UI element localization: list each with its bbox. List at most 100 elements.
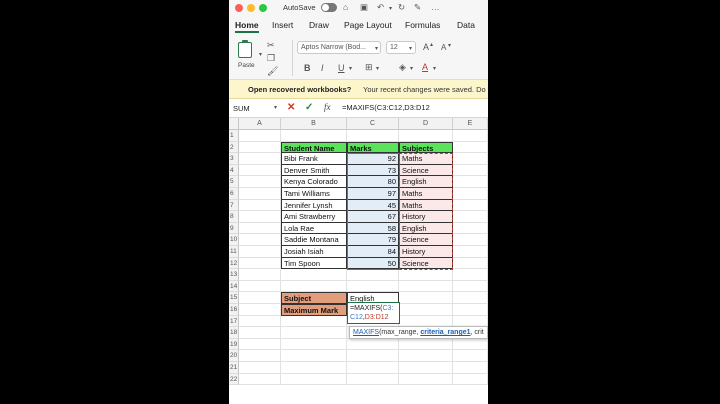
marks-cell[interactable]: 79 (347, 234, 399, 246)
subject-cell[interactable]: Maths (399, 153, 453, 165)
grid-cell[interactable] (453, 211, 488, 223)
grid-cell[interactable] (399, 350, 453, 362)
marks-cell[interactable]: 45 (347, 199, 399, 212)
undo-dropdown-icon[interactable]: ▾ (389, 4, 392, 15)
marks-cell[interactable]: 50 (347, 257, 399, 270)
grid-cell[interactable] (453, 362, 488, 374)
column-header-c[interactable]: C (347, 118, 399, 130)
header-marks[interactable]: Marks (347, 141, 399, 154)
close-window-button[interactable] (235, 4, 243, 12)
grid-cell[interactable] (239, 222, 281, 235)
row-header[interactable]: 7 (229, 199, 239, 212)
grid-cell[interactable] (453, 350, 488, 362)
grid-cell[interactable] (239, 280, 281, 293)
row-header[interactable]: 10 (229, 234, 239, 246)
grid-cell[interactable] (453, 130, 488, 142)
column-header-b[interactable]: B (281, 118, 347, 130)
grid-cell[interactable] (347, 280, 399, 293)
grid-cell[interactable] (453, 304, 488, 316)
grid-cell[interactable] (239, 269, 281, 281)
student-name-cell[interactable]: Josiah Isiah (281, 246, 347, 258)
grid-cell[interactable] (281, 130, 347, 142)
grid-cell[interactable] (399, 130, 453, 142)
grid-cell[interactable] (347, 373, 399, 386)
tab-home[interactable]: Home (235, 20, 259, 30)
grid-cell[interactable] (239, 164, 281, 177)
grid-cell[interactable] (239, 362, 281, 374)
chevron-down-icon[interactable]: ▾ (274, 104, 277, 111)
row-header[interactable]: 13 (229, 269, 239, 281)
grid-cell[interactable] (453, 188, 488, 200)
grid-cell[interactable] (239, 327, 281, 339)
grid-cell[interactable] (281, 338, 347, 351)
insert-function-icon[interactable]: fx (324, 102, 331, 112)
marks-cell[interactable]: 92 (347, 153, 399, 165)
undo-icon[interactable]: ↶ (377, 2, 384, 13)
grid-cell[interactable] (239, 304, 281, 316)
marks-cell[interactable]: 97 (347, 188, 399, 200)
autosave-toggle[interactable] (321, 3, 337, 12)
subject-label-cell[interactable]: Subject (281, 292, 347, 304)
grid-cell[interactable] (347, 269, 399, 281)
save-icon[interactable]: ▣ (360, 2, 368, 13)
tab-draw[interactable]: Draw (309, 20, 329, 30)
grid-cell[interactable] (281, 373, 347, 386)
grid-cell[interactable] (453, 257, 488, 270)
grid-cell[interactable] (281, 280, 347, 293)
row-header[interactable]: 2 (229, 141, 239, 154)
subject-cell[interactable]: Maths (399, 188, 453, 200)
grid-cell[interactable] (453, 234, 488, 246)
subject-cell[interactable]: English (399, 222, 453, 235)
grid-cell[interactable] (239, 292, 281, 304)
grid-cell[interactable] (399, 304, 453, 316)
row-header[interactable]: 4 (229, 164, 239, 177)
grid-cell[interactable] (281, 327, 347, 339)
marks-cell[interactable]: 80 (347, 176, 399, 188)
grid-cell[interactable] (347, 362, 399, 374)
grid-cell[interactable] (239, 315, 281, 328)
subject-cell[interactable]: Science (399, 234, 453, 246)
student-name-cell[interactable]: Kenya Colorado (281, 176, 347, 188)
student-name-cell[interactable]: Denver Smith (281, 164, 347, 177)
grid-cell[interactable] (239, 141, 281, 154)
redo-icon[interactable]: ↻ (398, 2, 405, 13)
grid-cell[interactable] (239, 188, 281, 200)
cancel-icon[interactable]: ✕ (287, 102, 295, 113)
format-painter-icon[interactable]: 🖌 (267, 66, 278, 76)
grid-cell[interactable] (399, 269, 453, 281)
row-header[interactable]: 16 (229, 304, 239, 316)
marks-cell[interactable]: 84 (347, 246, 399, 258)
grid-cell[interactable] (281, 269, 347, 281)
font-color-icon[interactable]: A (422, 62, 428, 72)
column-header-a[interactable]: A (239, 118, 281, 130)
row-header[interactable]: 9 (229, 222, 239, 235)
grid-cell[interactable] (239, 257, 281, 270)
grid-cell[interactable] (281, 350, 347, 362)
font-name-select[interactable]: Aptos Narrow (Bod... (297, 41, 381, 54)
grid-cell[interactable] (453, 373, 488, 386)
grid-cell[interactable] (453, 141, 488, 154)
column-header-e[interactable]: E (453, 118, 488, 130)
grid-cell[interactable] (239, 350, 281, 362)
row-header[interactable]: 1 (229, 130, 239, 142)
row-header[interactable]: 14 (229, 280, 239, 293)
editing-cell-c16[interactable]: =MAXIFS(C3: C12,D3:D12 (347, 302, 400, 324)
grid-cell[interactable] (239, 338, 281, 351)
underline-button[interactable]: U (338, 63, 345, 73)
grid-cell[interactable] (239, 246, 281, 258)
tab-insert[interactable]: Insert (272, 20, 293, 30)
grid-cell[interactable] (453, 338, 488, 351)
grid-cell[interactable] (399, 280, 453, 293)
subject-cell[interactable]: History (399, 211, 453, 223)
fill-color-icon[interactable]: ◈ (399, 62, 406, 72)
grid-cell[interactable] (239, 153, 281, 165)
grid-cell[interactable] (347, 130, 399, 142)
row-header[interactable]: 8 (229, 211, 239, 223)
grid-cell[interactable] (239, 373, 281, 386)
function-tooltip[interactable]: MAXIFS(max_range, criteria_range1, crit (349, 326, 488, 339)
maximum-mark-label-cell[interactable]: Maximum Mark (281, 304, 347, 316)
grid-cell[interactable] (399, 292, 453, 304)
grid-cell[interactable] (453, 164, 488, 177)
grid-cell[interactable] (399, 373, 453, 386)
more-icon[interactable]: … (431, 2, 440, 13)
